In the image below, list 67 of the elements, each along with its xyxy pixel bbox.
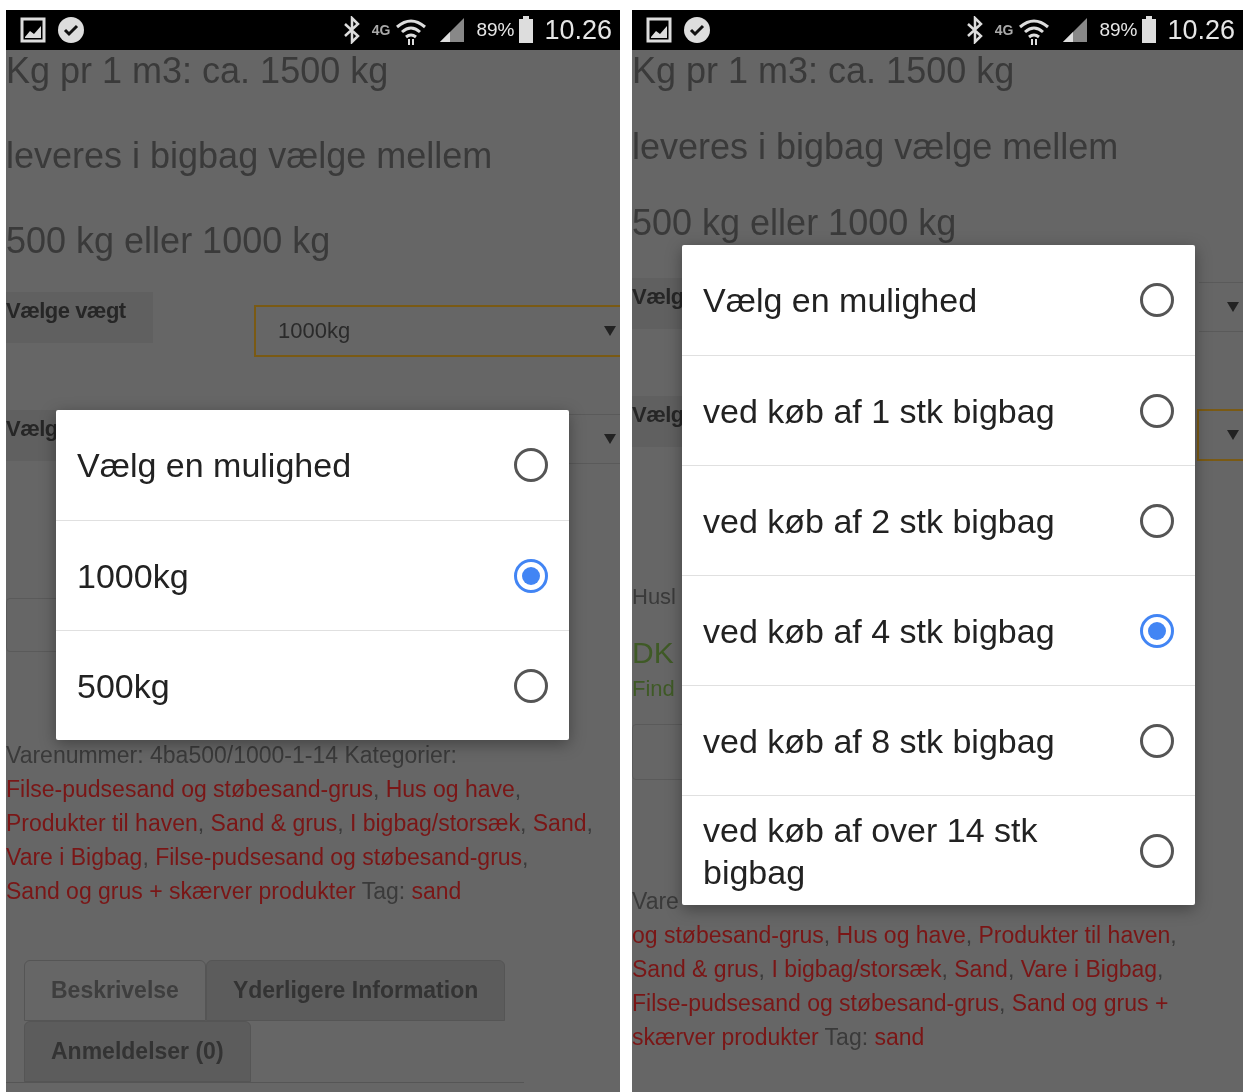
category-link[interactable]: Sand — [532, 810, 587, 836]
category-link[interactable]: sand — [411, 878, 462, 904]
weight-select[interactable]: 1000kg — [254, 305, 620, 357]
option-select[interactable] — [1199, 282, 1243, 332]
category-link[interactable]: Hus og have — [836, 922, 966, 948]
category-link[interactable]: Filse-pudsesand og støbesand-grus — [155, 844, 523, 870]
network-type: 4G — [371, 22, 391, 38]
option-row[interactable]: 500kg — [56, 630, 569, 740]
radio-button[interactable] — [1139, 282, 1175, 318]
category-link[interactable]: Filse-pudsesand og støbesand-grus — [632, 990, 999, 1016]
option-row[interactable]: ved køb af over 14 stk bigbag — [682, 795, 1195, 905]
network-type: 4G — [994, 22, 1014, 38]
radio-button[interactable] — [1139, 502, 1175, 539]
battery-level: 89% — [1099, 19, 1138, 41]
option-row[interactable]: ved køb af 8 stk bigbag — [682, 685, 1195, 795]
category-link[interactable]: Produkter til haven — [978, 922, 1171, 948]
clock-time: 10.26 — [544, 14, 612, 46]
radio-button[interactable] — [1139, 392, 1175, 429]
option-label: ved køb af over 14 stk bigbag — [703, 809, 1039, 893]
signal-icon — [1061, 16, 1090, 44]
option-row[interactable]: ved køb af 2 stk bigbag — [682, 465, 1195, 575]
check-badge-icon — [682, 16, 712, 44]
option-label: ved køb af 8 stk bigbag — [703, 720, 1056, 762]
category-link[interactable]: Sand & grus — [210, 810, 338, 836]
category-link[interactable]: I bigbag/storsæk — [349, 810, 520, 836]
category-link[interactable]: Sand — [954, 956, 1008, 982]
clock-time: 10.26 — [1167, 14, 1235, 46]
option-row[interactable]: 1000kg — [56, 520, 569, 630]
picture-icon — [646, 17, 672, 43]
check-badge-icon — [56, 16, 86, 44]
caret-icon — [604, 326, 616, 336]
category-link[interactable]: Sand og grus + skærver produkter — [6, 878, 356, 904]
category-link[interactable]: I bigbag/storsæk — [771, 956, 942, 982]
category-link[interactable]: Vare i Bigbag — [6, 844, 143, 870]
category-link[interactable]: sand — [874, 1024, 925, 1050]
battery-icon — [1141, 16, 1158, 44]
category-link[interactable]: Vare i Bigbag — [1020, 956, 1158, 982]
caret-icon — [1227, 302, 1239, 312]
category-link[interactable]: Hus og have — [385, 776, 515, 802]
category-link[interactable]: Sand & grus — [632, 956, 759, 982]
option-label: 1000kg — [77, 555, 190, 597]
category-link[interactable]: og støbesand-grus — [632, 922, 824, 948]
category-link[interactable]: skærver produkter — [632, 1024, 819, 1050]
category-link[interactable]: Produkter til haven — [6, 810, 198, 836]
radio-button[interactable] — [1139, 722, 1175, 759]
picture-icon — [20, 17, 46, 43]
signal-icon — [438, 16, 467, 44]
price-text: DK — [632, 636, 674, 670]
field-label: Vælge vægt — [6, 292, 153, 343]
option-row[interactable]: ved køb af 4 stk bigbag — [682, 575, 1195, 685]
caret-icon — [1227, 430, 1239, 440]
radio-button[interactable] — [513, 447, 549, 483]
option-label: ved køb af 2 stk bigbag — [703, 500, 1056, 542]
option-select[interactable] — [1197, 409, 1243, 461]
radio-button[interactable] — [1139, 832, 1175, 869]
category-link[interactable]: Filse-pudsesand og støbesand-grus — [6, 776, 373, 802]
battery-level: 89% — [476, 19, 515, 41]
option-label: 500kg — [77, 665, 171, 707]
option-row[interactable]: ved køb af 1 stk bigbag — [682, 355, 1195, 465]
radio-button[interactable] — [513, 667, 549, 704]
category-link[interactable]: Sand og grus + — [1011, 990, 1169, 1016]
battery-icon — [518, 16, 535, 44]
radio-button[interactable] — [1139, 612, 1175, 649]
radio-button[interactable] — [513, 557, 549, 594]
price-note: Find — [632, 676, 675, 702]
caret-icon — [604, 434, 616, 444]
option-label: ved køb af 4 stk bigbag — [703, 610, 1056, 652]
